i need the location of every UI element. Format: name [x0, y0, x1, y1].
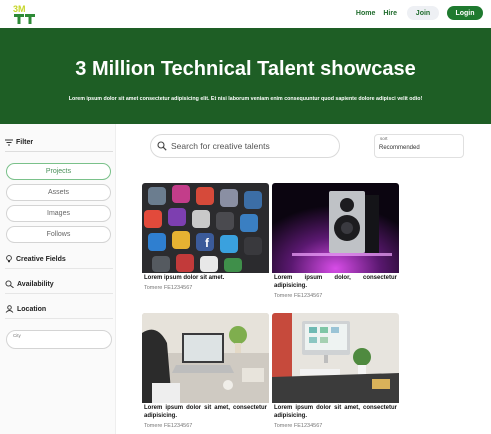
card-title[interactable]: Lorem ipsum dolor sit amet, consectetur …: [274, 405, 397, 420]
main-nav: Home Hire Join Login: [356, 6, 483, 20]
section-label: Availability: [17, 280, 54, 288]
filter-sidebar: Filter Projects Assets Images Follows Cr…: [0, 124, 116, 434]
card-author: Tomere FE1234567: [144, 285, 193, 291]
card-title[interactable]: Lorem ipsum dolor sit amet.: [144, 275, 267, 283]
card-author: Tomere FE1234567: [274, 293, 323, 299]
section-location[interactable]: Location: [5, 305, 46, 313]
search-bar[interactable]: [150, 134, 340, 158]
card-image-imac-desk[interactable]: [272, 313, 399, 403]
join-button[interactable]: Join: [407, 6, 439, 20]
card-image-laptop-desk[interactable]: [142, 313, 269, 403]
brand-logo[interactable]: 3M: [12, 3, 38, 25]
card-image-speaker[interactable]: [272, 183, 399, 273]
city-label: City: [13, 333, 21, 338]
filter-header: Filter: [5, 139, 33, 146]
card-author: Tomere FE1234567: [274, 423, 323, 429]
sort-label: sort: [380, 136, 388, 141]
login-button[interactable]: Login: [447, 6, 483, 20]
top-navbar: 3M Home Hire Join Login: [0, 0, 491, 28]
divider: [5, 151, 113, 152]
project-card[interactable]: Lorem ipsum dolor sit amet, consectetur …: [272, 313, 399, 433]
filter-pill-images[interactable]: Images: [6, 205, 111, 222]
filter-pill-assets[interactable]: Assets: [6, 184, 111, 201]
section-creative-fields[interactable]: Creative Fields: [5, 255, 66, 263]
city-input[interactable]: City: [6, 330, 112, 349]
divider: [5, 318, 113, 319]
project-card[interactable]: Lorem ipsum dolor sit amet, consectetur …: [142, 313, 269, 433]
divider: [5, 293, 113, 294]
nav-hire-link[interactable]: Hire: [383, 10, 397, 17]
card-author: Tomere FE1234567: [144, 423, 193, 429]
card-title[interactable]: Lorem ipsum dolor sit amet, consectetur …: [144, 405, 267, 420]
card-title[interactable]: Lorem ipsum dolor, consectetur adipisici…: [274, 275, 397, 290]
svg-text:3M: 3M: [13, 4, 26, 14]
location-person-icon: [5, 305, 14, 313]
filter-pill-projects[interactable]: Projects: [6, 163, 111, 180]
sort-value: Recommended: [379, 145, 420, 151]
divider: [5, 268, 113, 269]
search-icon: [157, 141, 167, 151]
nav-home-link[interactable]: Home: [356, 10, 375, 17]
sort-select[interactable]: sort Recommended: [374, 134, 464, 158]
section-availability[interactable]: Availability: [5, 280, 54, 288]
filter-icon: [5, 139, 13, 146]
section-label: Creative Fields: [16, 255, 66, 263]
section-label: Location: [17, 305, 47, 313]
project-card[interactable]: f Lorem ipsum dolor sit amet. Tomere FE1…: [142, 183, 269, 303]
filter-pill-follows[interactable]: Follows: [6, 226, 111, 243]
bulb-icon: [6, 255, 12, 263]
hero-title: 3 Million Technical Talent showcase: [75, 58, 416, 80]
filter-label: Filter: [16, 139, 34, 146]
card-image-phone-apps[interactable]: f: [142, 183, 269, 273]
hero-subtitle: Lorem ipsum dolor sit amet consectetur a…: [68, 96, 423, 102]
search-input[interactable]: [171, 141, 331, 151]
search-person-icon: [5, 280, 14, 288]
hero-banner: 3 Million Technical Talent showcase Lore…: [0, 28, 491, 124]
project-card[interactable]: Lorem ipsum dolor, consectetur adipisici…: [272, 183, 399, 303]
